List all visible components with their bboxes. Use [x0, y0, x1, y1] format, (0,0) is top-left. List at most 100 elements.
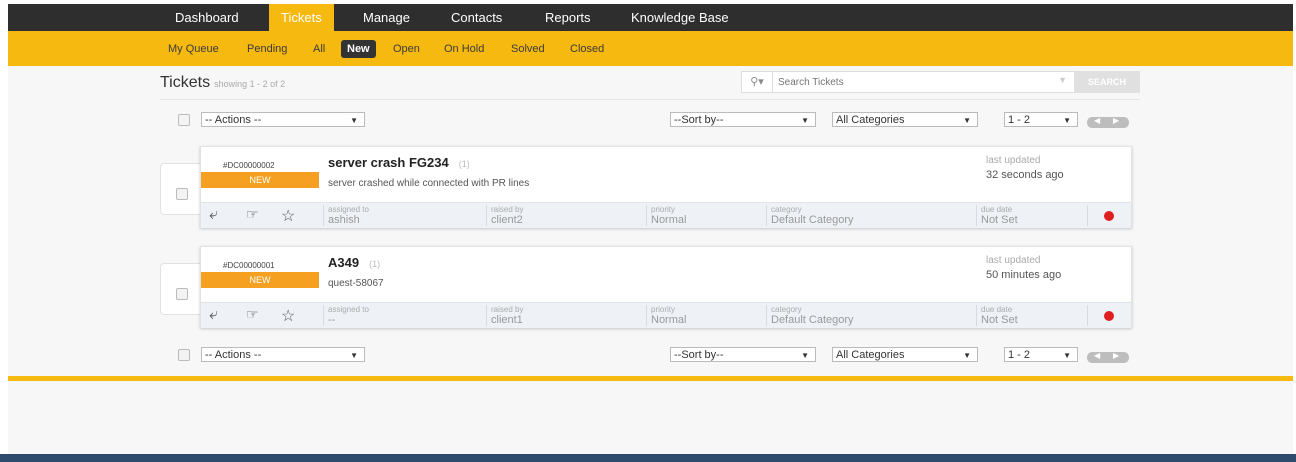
filter-pending[interactable]: Pending	[247, 40, 287, 58]
range-select-value: 1 - 2	[1008, 114, 1031, 126]
select-all-checkbox[interactable]	[178, 114, 190, 126]
category-select[interactable]: All Categories ▼	[832, 112, 978, 127]
divider	[1087, 305, 1088, 326]
chevron-down-icon: ▼	[801, 351, 809, 360]
priority-value: Normal	[651, 314, 687, 326]
tab-dashboard[interactable]: Dashboard	[175, 4, 239, 31]
filter-new[interactable]: New	[341, 40, 376, 58]
status-badge: NEW	[201, 272, 319, 288]
ticket-number: #DC00000001	[223, 261, 275, 270]
category-select-value: All Categories	[836, 349, 905, 361]
ticket-subject-text[interactable]: server crash FG234	[328, 155, 449, 170]
category-select[interactable]: All Categories ▼	[832, 347, 978, 362]
reply-count: (1)	[458, 159, 470, 169]
ticket-card[interactable]: #DC00000002 NEW server crash FG234 (1) se…	[200, 146, 1132, 228]
result-count: showing 1 - 2 of 2	[214, 79, 286, 89]
status-dot-icon	[1104, 311, 1114, 321]
assign-hand-icon[interactable]: ☞	[246, 306, 259, 323]
priority-label: priority	[651, 205, 676, 214]
search-input[interactable]	[776, 74, 1040, 90]
category-value: Default Category	[771, 214, 854, 226]
due-date-label: due date	[981, 305, 1013, 314]
category-label: category	[771, 305, 802, 314]
prev-page-icon[interactable]: ◀	[1094, 351, 1100, 360]
ticket-meta-bar: ⤶ ☞ ☆ assigned to ashish raised by clien…	[201, 202, 1131, 228]
due-date-field: due date Not Set	[976, 305, 1081, 326]
star-icon[interactable]: ☆	[281, 306, 295, 326]
footer-accent-bar	[8, 376, 1293, 381]
ticket-checkbox[interactable]	[176, 188, 188, 200]
actions-select-value: -- Actions --	[205, 349, 262, 361]
chevron-down-icon: ▼	[1063, 351, 1071, 360]
sort-select-value: --Sort by--	[674, 114, 724, 126]
priority-field: priority Normal	[646, 205, 761, 226]
due-date-field: due date Not Set	[976, 205, 1081, 226]
ticket-subject[interactable]: A349 (1)	[328, 255, 380, 270]
priority-field: priority Normal	[646, 305, 761, 326]
ticket-subject[interactable]: server crash FG234 (1)	[328, 155, 470, 170]
ticket-description: quest-58067	[328, 278, 384, 289]
assigned-to-value: ashish	[328, 214, 360, 226]
actions-select[interactable]: -- Actions -- ▼	[201, 112, 365, 127]
filter-open[interactable]: Open	[393, 40, 420, 58]
tab-contacts[interactable]: Contacts	[451, 4, 502, 31]
priority-label: priority	[651, 305, 676, 314]
raised-by-field: raised by client1	[486, 305, 646, 326]
tab-knowledge-base[interactable]: Knowledge Base	[631, 4, 729, 31]
top-navigation: Dashboard Tickets Manage Contacts Report…	[8, 4, 1293, 31]
tab-reports[interactable]: Reports	[545, 4, 591, 31]
search-box: ⚲▾ ▼	[741, 71, 1076, 93]
sub-navigation: My Queue Pending All New Open On Hold So…	[8, 31, 1293, 66]
actions-select[interactable]: -- Actions -- ▼	[201, 347, 365, 362]
due-date-value: Not Set	[981, 214, 1018, 226]
assign-hand-icon[interactable]: ☞	[246, 206, 259, 223]
filter-on-hold[interactable]: On Hold	[444, 40, 484, 58]
page-title: Tickets showing 1 - 2 of 2	[160, 74, 285, 92]
raised-by-value: client2	[491, 214, 523, 226]
star-icon[interactable]: ☆	[281, 206, 295, 226]
divider	[160, 99, 1140, 100]
filter-solved[interactable]: Solved	[511, 40, 545, 58]
category-label: category	[771, 205, 802, 214]
reply-icon[interactable]: ⤶	[209, 206, 218, 224]
reply-icon[interactable]: ⤶	[209, 306, 218, 324]
sort-select-value: --Sort by--	[674, 349, 724, 361]
category-field: category Default Category	[766, 305, 971, 326]
ticket-number: #DC00000002	[223, 161, 275, 170]
ticket-select-tab	[160, 263, 203, 315]
select-all-checkbox[interactable]	[178, 349, 190, 361]
filter-my-queue[interactable]: My Queue	[168, 40, 219, 58]
range-select[interactable]: 1 - 2 ▼	[1004, 112, 1078, 127]
range-select[interactable]: 1 - 2 ▼	[1004, 347, 1078, 362]
ticket-meta-bar: ⤶ ☞ ☆ assigned to -- raised by client1 p…	[201, 302, 1131, 328]
next-page-icon[interactable]: ▶	[1113, 116, 1119, 125]
assigned-to-label: assigned to	[328, 305, 369, 314]
sort-select[interactable]: --Sort by-- ▼	[670, 112, 816, 127]
divider	[1087, 205, 1088, 226]
raised-by-field: raised by client2	[486, 205, 646, 226]
prev-page-icon[interactable]: ◀	[1094, 116, 1100, 125]
assigned-to-value: --	[328, 314, 336, 326]
category-select-value: All Categories	[836, 114, 905, 126]
due-date-label: due date	[981, 205, 1013, 214]
ticket-subject-text[interactable]: A349	[328, 255, 359, 270]
filter-closed[interactable]: Closed	[570, 40, 604, 58]
os-taskbar	[0, 454, 1296, 462]
filter-all[interactable]: All	[313, 40, 325, 58]
chevron-down-icon[interactable]: ▼	[1058, 75, 1067, 85]
search-icon[interactable]: ⚲▾	[742, 72, 773, 92]
ticket-checkbox[interactable]	[176, 288, 188, 300]
last-updated-value: 32 seconds ago	[986, 169, 1064, 181]
chevron-down-icon: ▼	[350, 116, 358, 125]
priority-value: Normal	[651, 214, 687, 226]
sort-select[interactable]: --Sort by-- ▼	[670, 347, 816, 362]
status-badge: NEW	[201, 172, 319, 188]
reply-count: (1)	[369, 259, 381, 269]
tab-manage[interactable]: Manage	[363, 4, 410, 31]
search-button[interactable]: SEARCH	[1074, 71, 1140, 93]
tab-tickets[interactable]: Tickets	[269, 4, 334, 31]
next-page-icon[interactable]: ▶	[1113, 351, 1119, 360]
ticket-card[interactable]: #DC00000001 NEW A349 (1) quest-58067 last…	[200, 246, 1132, 328]
category-field: category Default Category	[766, 205, 971, 226]
last-updated-label: last updated	[986, 155, 1041, 166]
